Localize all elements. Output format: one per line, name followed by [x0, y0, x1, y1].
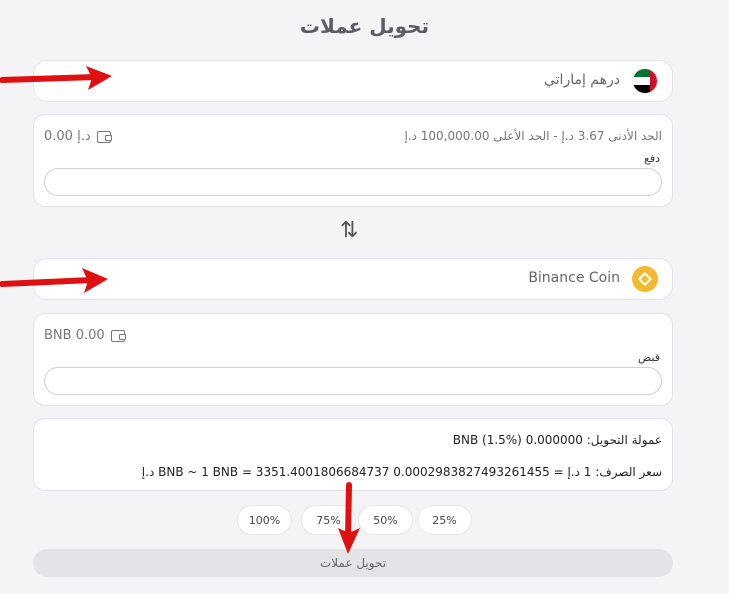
percent-100-button[interactable]: 100% [237, 505, 292, 535]
pay-card: 0.00 د.إ الحد الأدنى 3.67 د.إ - الحد الأ… [33, 114, 673, 207]
wallet-icon [96, 130, 112, 143]
to-currency-label: Binance Coin [528, 270, 620, 286]
to-currency-select[interactable]: Binance Coin [33, 258, 673, 300]
annotation-arrow-icon [0, 268, 108, 293]
percent-50-button[interactable]: 50% [358, 505, 413, 535]
annotation-arrow-icon [338, 482, 360, 554]
pay-input[interactable] [44, 168, 662, 196]
receive-balance: BNB 0.00 [44, 328, 126, 343]
pay-label: دفع [643, 152, 660, 165]
fee-text: عمولة التحويل: 0.000000 BNB (1.5%) [452, 433, 662, 447]
annotation-arrow-icon [0, 66, 112, 90]
uae-flag-icon [632, 68, 658, 94]
receive-input[interactable] [44, 367, 662, 395]
wallet-icon [110, 329, 126, 342]
page-title: تحويل عملات [299, 14, 430, 38]
from-currency-select[interactable]: درهم إماراتي [33, 60, 673, 102]
rate-text: سعر الصرف: 1 د.إ = 0.0002983827493261455… [141, 465, 662, 479]
info-card: عمولة التحويل: 0.000000 BNB (1.5%) سعر ا… [33, 418, 673, 491]
receive-card: BNB 0.00 قبض [33, 313, 673, 406]
bnb-coin-icon [632, 266, 658, 292]
receive-label: قبض [637, 351, 660, 364]
pay-balance: 0.00 د.إ [44, 129, 112, 144]
pay-limits: الحد الأدنى 3.67 د.إ - الحد الأعلى 100,0… [404, 129, 662, 143]
percent-25-button[interactable]: 25% [417, 505, 472, 535]
from-currency-label: درهم إماراتي [543, 72, 620, 88]
wallet-balance-bnb: BNB 0.00 [44, 328, 105, 343]
swap-icon[interactable]: ⇅ [340, 218, 358, 243]
wallet-balance: 0.00 د.إ [44, 129, 91, 144]
